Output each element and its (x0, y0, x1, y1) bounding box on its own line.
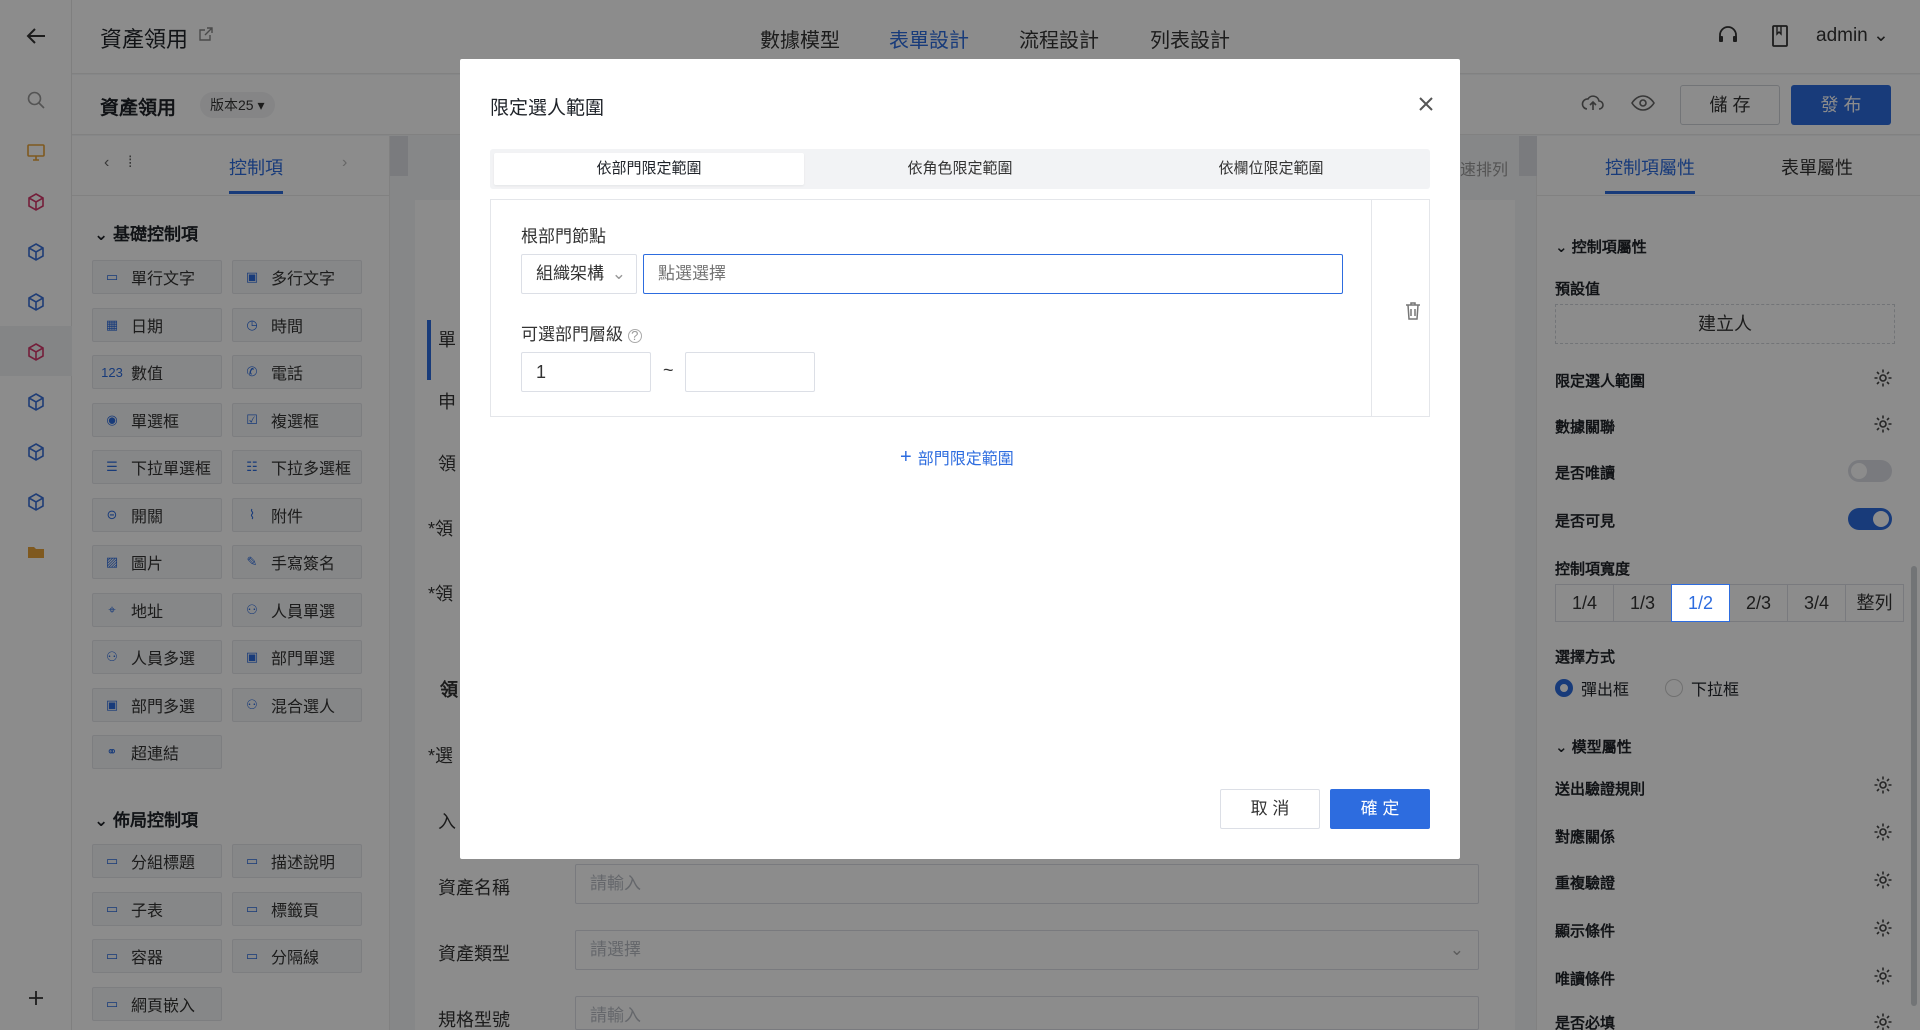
plus-icon: + (900, 445, 912, 468)
department-pick-input[interactable] (643, 254, 1343, 294)
level-label: 可選部門層級 ? (521, 320, 642, 345)
org-structure-select[interactable]: 組織架構 ⌄ (521, 254, 637, 294)
close-icon[interactable] (1415, 93, 1437, 115)
level-from-input[interactable]: 1 (521, 352, 651, 392)
department-rule-box: 根部門節點 組織架構 ⌄ 可選部門層級 ? 1 ~ (490, 199, 1430, 417)
level-label-text: 可選部門層級 (521, 325, 623, 344)
add-label: 部門限定範圍 (917, 451, 1014, 468)
range-tilde: ~ (663, 360, 674, 380)
dialog-title: 限定選人範圍 (490, 98, 605, 119)
trash-icon[interactable] (1403, 300, 1423, 322)
org-select-value: 組織架構 (536, 264, 604, 283)
tab-by-field[interactable]: 依欄位限定範圍 (1116, 153, 1426, 185)
limit-range-dialog: 限定選人範圍 依部門限定範圍 依角色限定範圍 依欄位限定範圍 根部門節點 組織架… (460, 59, 1460, 859)
confirm-button[interactable]: 確 定 (1330, 789, 1430, 829)
level-to-input[interactable] (685, 352, 815, 392)
chevron-down-icon: ⌄ (611, 264, 626, 283)
cancel-button[interactable]: 取 消 (1220, 789, 1320, 829)
dialog-tabs: 依部門限定範圍 依角色限定範圍 依欄位限定範圍 (490, 149, 1430, 189)
root-department-label: 根部門節點 (521, 227, 606, 246)
tab-by-department[interactable]: 依部門限定範圍 (494, 153, 804, 185)
width-option[interactable]: 1/2 (1671, 584, 1730, 622)
tab-by-role[interactable]: 依角色限定範圍 (805, 153, 1115, 185)
add-department-range-button[interactable]: + 部門限定範圍 (900, 445, 1014, 469)
box-divider (1371, 200, 1372, 416)
help-icon[interactable]: ? (627, 329, 642, 343)
